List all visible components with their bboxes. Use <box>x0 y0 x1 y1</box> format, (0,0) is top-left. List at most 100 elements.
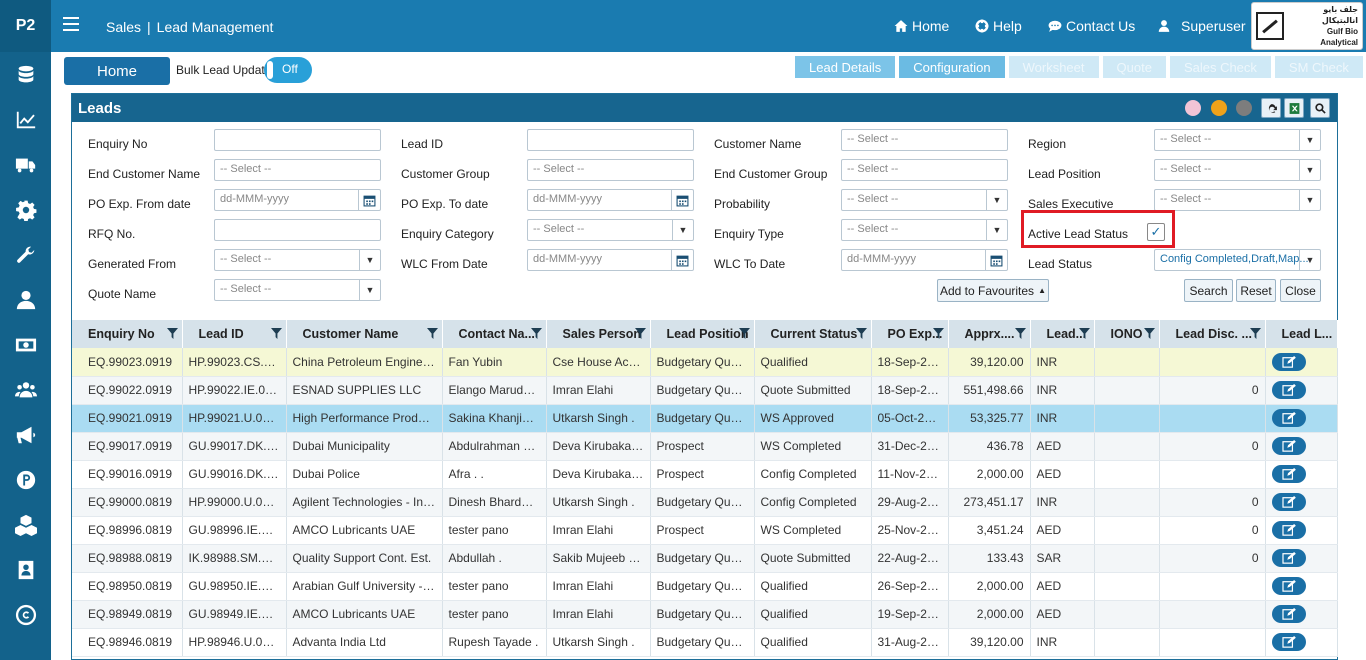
gear-icon[interactable] <box>0 187 51 232</box>
close-button[interactable]: Close <box>1280 279 1321 302</box>
lead-position-select[interactable]: -- Select -- <box>1154 159 1321 181</box>
filter-icon[interactable] <box>855 328 867 339</box>
sales-executive-select[interactable]: -- Select -- <box>1154 189 1321 211</box>
add-to-favourites-button[interactable]: Add to Favourites ▲ <box>937 279 1049 302</box>
edit-lead-button[interactable] <box>1271 549 1306 567</box>
bulk-update-toggle[interactable]: Off <box>264 57 312 83</box>
user-icon[interactable] <box>0 277 51 322</box>
wrench-icon[interactable] <box>0 232 51 277</box>
edit-lead-button[interactable] <box>1271 633 1306 651</box>
column-header[interactable]: Current Status <box>754 320 872 348</box>
rfq-no-input[interactable] <box>214 219 381 241</box>
filter-icon[interactable] <box>1078 328 1090 339</box>
hamburger-menu-icon[interactable] <box>63 17 79 31</box>
filter-icon[interactable] <box>634 328 646 339</box>
search-button[interactable]: Search <box>1184 279 1233 302</box>
column-header[interactable]: Lead... <box>1030 320 1095 348</box>
wlc-to-date-input[interactable]: dd-MMM-yyyy <box>841 249 1008 271</box>
edit-lead-button[interactable] <box>1271 352 1306 371</box>
calendar-icon[interactable] <box>671 250 693 270</box>
edit-lead-button[interactable] <box>1271 381 1306 399</box>
filter-icon[interactable] <box>1143 328 1155 339</box>
truck-icon[interactable] <box>0 142 51 187</box>
money-icon[interactable] <box>0 322 51 367</box>
breadcrumb-module[interactable]: Sales <box>106 19 141 35</box>
filter-icon[interactable] <box>1014 328 1026 339</box>
table-row[interactable]: EQ.99017.0919 GU.99017.DK.0919 Dubai Munic… <box>72 432 1338 461</box>
table-row[interactable]: EQ.98949.0819 GU.98949.IE.0819 AMCO Lubric… <box>72 600 1338 629</box>
table-row[interactable]: EQ.99023.0919 HP.99023.CS.0919 China Petro… <box>72 348 1338 377</box>
column-header[interactable]: Lead Disc. ... <box>1159 320 1266 348</box>
end-customer-name-select[interactable]: -- Select -- <box>214 159 381 181</box>
nav-user[interactable]: Superuser <box>1157 18 1246 34</box>
p-circle-icon[interactable] <box>0 457 51 502</box>
table-row[interactable]: EQ.98950.0819 GU.98950.IE.0819 Arabian Gul… <box>72 572 1338 601</box>
edit-lead-button[interactable] <box>1271 521 1306 539</box>
column-header[interactable]: Sales Person <box>546 320 651 348</box>
edit-lead-button[interactable] <box>1271 577 1306 595</box>
quote-name-select[interactable]: -- Select -- <box>214 279 381 301</box>
nav-home[interactable]: Home <box>894 18 949 34</box>
tab-configuration[interactable]: Configuration <box>899 56 1005 78</box>
column-header[interactable]: Lead Position <box>650 320 755 348</box>
column-header[interactable]: Enquiry No <box>72 320 183 348</box>
database-icon[interactable] <box>0 52 51 97</box>
refresh-button[interactable] <box>1261 98 1281 118</box>
table-row[interactable]: EQ.99016.0919 GU.99016.DK.0919 Dubai Polic… <box>72 460 1338 489</box>
export-excel-button[interactable] <box>1284 98 1304 118</box>
gray-status-dot[interactable] <box>1236 100 1252 116</box>
filter-icon[interactable] <box>426 328 438 339</box>
calendar-icon[interactable] <box>671 190 693 210</box>
column-header[interactable]: Lead ID <box>182 320 287 348</box>
reset-button[interactable]: Reset <box>1236 279 1276 302</box>
pink-status-dot[interactable] <box>1185 100 1201 116</box>
edit-lead-button[interactable] <box>1271 465 1306 483</box>
megaphone-icon[interactable] <box>0 412 51 457</box>
enquiry-no-input[interactable] <box>214 129 381 151</box>
filter-icon[interactable] <box>932 328 944 339</box>
po-from-date-input[interactable]: dd-MMM-yyyy <box>214 189 381 211</box>
column-header[interactable]: IONO <box>1094 320 1160 348</box>
column-header[interactable]: Apprx.... <box>948 320 1031 348</box>
chart-line-icon[interactable] <box>0 97 51 142</box>
enquiry-type-select[interactable]: -- Select -- <box>841 219 1008 241</box>
filter-icon[interactable] <box>738 328 750 339</box>
filter-icon[interactable] <box>530 328 542 339</box>
nav-contact-us[interactable]: Contact Us <box>1048 18 1135 34</box>
table-row[interactable]: EQ.98996.0819 GU.98996.IE.0819 AMCO Lubric… <box>72 516 1338 545</box>
nav-help[interactable]: Help <box>975 18 1022 34</box>
column-header[interactable]: Contact Na... <box>442 320 547 348</box>
column-header[interactable]: PO Exp... <box>871 320 949 348</box>
table-row[interactable]: EQ.98946.0819 HP.98946.U.0819 Advanta Indi… <box>72 628 1338 657</box>
table-row[interactable]: EQ.99022.0919 HP.99022.IE.0919 ESNAD SUPPL… <box>72 376 1338 405</box>
calendar-icon[interactable] <box>358 190 380 210</box>
edit-lead-button[interactable] <box>1271 605 1306 623</box>
customer-name-select[interactable]: -- Select -- <box>841 129 1008 151</box>
edit-lead-button[interactable] <box>1271 409 1306 427</box>
app-logo[interactable]: P2 <box>0 0 51 52</box>
table-row[interactable]: EQ.98988.0819 IK.98988.SM.0819 Quality Sup… <box>72 544 1338 573</box>
home-button[interactable]: Home <box>64 57 170 85</box>
lead-status-select[interactable]: Config Completed,Draft,Map... <box>1154 249 1321 271</box>
users-icon[interactable] <box>0 367 51 412</box>
filter-icon[interactable] <box>270 328 282 339</box>
cubes-icon[interactable] <box>0 502 51 547</box>
column-header[interactable]: Lead L... <box>1265 320 1338 348</box>
customer-group-select[interactable]: -- Select -- <box>527 159 694 181</box>
filter-icon[interactable] <box>1249 328 1261 339</box>
search-toggle-button[interactable] <box>1310 98 1330 118</box>
po-to-date-input[interactable]: dd-MMM-yyyy <box>527 189 694 211</box>
enquiry-category-select[interactable]: -- Select -- <box>527 219 694 241</box>
generated-from-select[interactable]: -- Select -- <box>214 249 381 271</box>
edit-lead-button[interactable] <box>1271 493 1306 511</box>
filter-icon[interactable] <box>166 328 178 339</box>
lead-id-input[interactable] <box>527 129 694 151</box>
probability-select[interactable]: -- Select -- <box>841 189 1008 211</box>
edit-lead-button[interactable] <box>1271 437 1306 455</box>
table-row[interactable]: EQ.99021.0919 HP.99021.U.0919 High Perform… <box>72 404 1338 433</box>
end-customer-group-select[interactable]: -- Select -- <box>841 159 1008 181</box>
calendar-icon[interactable] <box>985 250 1007 270</box>
wlc-from-date-input[interactable]: dd-MMM-yyyy <box>527 249 694 271</box>
orange-status-dot[interactable] <box>1211 100 1227 116</box>
copyright-icon[interactable] <box>0 592 51 637</box>
